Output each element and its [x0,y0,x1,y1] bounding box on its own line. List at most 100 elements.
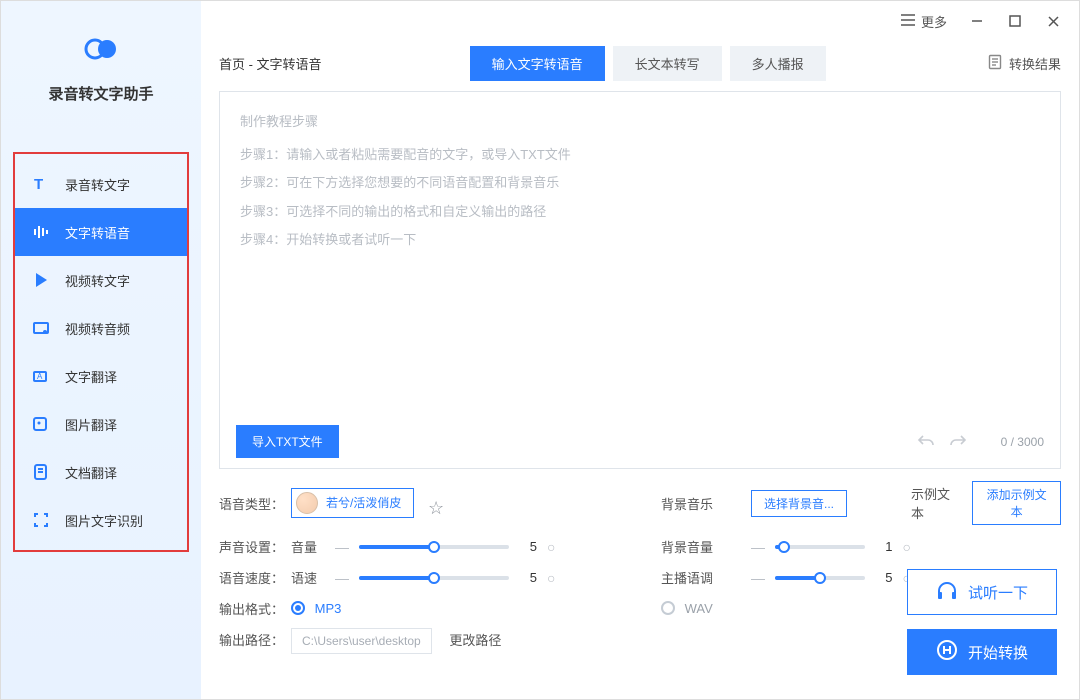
volume-value: 5 [519,539,537,554]
sidebar-item-label: 录音转文字 [65,175,130,194]
main-panel: 更多 首页 - 文字转语音 输入文字转语音 长文本转写 多人播报 [201,1,1079,699]
sidebar-item-label: 视频转文字 [65,271,130,290]
document-icon [31,462,51,482]
svg-text:A: A [37,372,43,381]
action-buttons: 试听一下 开始转换 [907,569,1057,675]
convert-button[interactable]: 开始转换 [907,629,1057,675]
sidebar: 录音转文字助手 T 录音转文字 文字转语音 视频转文字 [1,1,201,699]
speed-label: 语音速度： [219,568,291,587]
preview-button[interactable]: 试听一下 [907,569,1057,615]
film-icon [31,318,51,338]
topbar: 首页 - 文字转语音 输入文字转语音 长文本转写 多人播报 转换结果 [201,41,1079,85]
format-wav-radio[interactable]: WAV [661,601,713,616]
rate-slider[interactable] [359,576,509,580]
tab-long-text[interactable]: 长文本转写 [613,46,722,81]
preview-label: 试听一下 [968,582,1028,603]
sound-settings-label: 声音设置： [219,537,291,556]
add-example-button[interactable]: 添加示例文本 [972,481,1061,525]
window-titlebar: 更多 [201,1,1079,41]
example-label: 示例文本 [911,484,956,522]
format-wav-label: WAV [685,601,713,616]
bgm-label: 背景音乐 [661,494,751,513]
rate-value: 5 [519,570,537,585]
app-logo-icon [81,29,121,69]
more-menu-button[interactable]: 更多 [901,12,947,31]
bgm-volume-slider[interactable] [775,545,865,549]
output-path-label: 输出路径： [219,630,291,649]
volume-decrease-button[interactable]: — [335,539,349,555]
conversion-results-link[interactable]: 转换结果 [987,54,1061,73]
bgm-volume-value: 1 [875,539,893,554]
sidebar-item-audio-to-text[interactable]: T 录音转文字 [15,160,187,208]
change-path-button[interactable]: 更改路径 [449,633,501,648]
char-counter: 0 / 3000 [1001,435,1044,449]
document-result-icon [987,54,1003,73]
text-editor[interactable]: 制作教程步骤 步骤1：请输入或者粘贴需要配音的文字，或导入TXT文件 步骤2：可… [219,91,1061,469]
editor-placeholder: 制作教程步骤 步骤1：请输入或者粘贴需要配音的文字，或导入TXT文件 步骤2：可… [220,92,1060,415]
bgm-volume-increase-button[interactable]: ○ [903,539,911,555]
tab-multi-broadcast[interactable]: 多人播报 [730,46,826,81]
breadcrumb: 首页 - 文字转语音 [219,54,322,73]
hamburger-icon [901,14,915,29]
app-title: 录音转文字助手 [48,83,153,104]
close-button[interactable] [1045,13,1061,29]
placeholder-title: 制作教程步骤 [240,108,1040,137]
sidebar-item-doc-translate[interactable]: 文档翻译 [15,448,187,496]
voice-avatar-icon [296,492,318,514]
convert-label: 开始转换 [968,642,1028,663]
volume-label: 音量 [291,537,325,556]
placeholder-line: 步骤2：可在下方选择您想要的不同语音配置和背景音乐 [240,169,1040,198]
headphones-icon [936,580,958,604]
radio-checked-icon [291,601,305,615]
tab-input-tts[interactable]: 输入文字转语音 [470,46,605,81]
radio-unchecked-icon [661,601,675,615]
pitch-label: 主播语调 [661,568,751,587]
sidebar-item-label: 文档翻译 [65,463,117,482]
placeholder-line: 步骤3：可选择不同的输出的格式和自定义输出的路径 [240,198,1040,227]
sidebar-item-video-to-text[interactable]: 视频转文字 [15,256,187,304]
tabs: 输入文字转语音 长文本转写 多人播报 [470,46,826,81]
rate-decrease-button[interactable]: — [335,570,349,586]
sidebar-item-label: 图片翻译 [65,415,117,434]
rate-increase-button[interactable]: ○ [547,570,555,586]
bgm-volume-decrease-button[interactable]: — [751,539,765,555]
editor-footer: 导入TXT文件 0 / 3000 [220,415,1060,468]
sidebar-item-label: 文字转语音 [65,223,130,242]
scan-icon [31,510,51,530]
redo-button[interactable] [949,433,967,450]
pitch-slider[interactable] [775,576,865,580]
select-bgm-button[interactable]: 选择背景音... [751,490,847,517]
voice-type-label: 语音类型： [219,494,291,513]
waveform-icon [31,222,51,242]
sidebar-item-text-to-speech[interactable]: 文字转语音 [15,208,187,256]
sidebar-item-label: 图片文字识别 [65,511,143,530]
convert-icon [936,639,958,665]
format-mp3-label: MP3 [315,601,342,616]
play-icon [31,270,51,290]
output-path-field[interactable]: C:\Users\user\desktop [291,628,432,654]
favorite-star-button[interactable]: ☆ [428,498,444,518]
maximize-button[interactable] [1007,13,1023,29]
sidebar-item-text-translate[interactable]: A 文字翻译 [15,352,187,400]
pitch-decrease-button[interactable]: — [751,570,765,586]
placeholder-line: 步骤1：请输入或者粘贴需要配音的文字，或导入TXT文件 [240,141,1040,170]
sidebar-item-image-translate[interactable]: 图片翻译 [15,400,187,448]
pitch-value: 5 [875,570,893,585]
sidebar-item-video-to-audio[interactable]: 视频转音频 [15,304,187,352]
sidebar-item-label: 视频转音频 [65,319,130,338]
translate-icon: A [31,366,51,386]
sidebar-item-ocr[interactable]: 图片文字识别 [15,496,187,544]
undo-button[interactable] [917,433,935,450]
result-link-label: 转换结果 [1009,54,1061,73]
sidebar-highlight-box: T 录音转文字 文字转语音 视频转文字 视频转音频 [13,152,189,552]
volume-increase-button[interactable]: ○ [547,539,555,555]
image-translate-icon [31,414,51,434]
sidebar-item-label: 文字翻译 [65,367,117,386]
format-mp3-radio[interactable]: MP3 [291,601,341,616]
minimize-button[interactable] [969,13,985,29]
voice-select-chip[interactable]: 若兮/活泼俏皮 [291,488,414,518]
svg-text:T: T [34,176,43,193]
import-txt-button[interactable]: 导入TXT文件 [236,425,339,458]
voice-chip-label: 若兮/活泼俏皮 [326,494,401,511]
volume-slider[interactable] [359,545,509,549]
